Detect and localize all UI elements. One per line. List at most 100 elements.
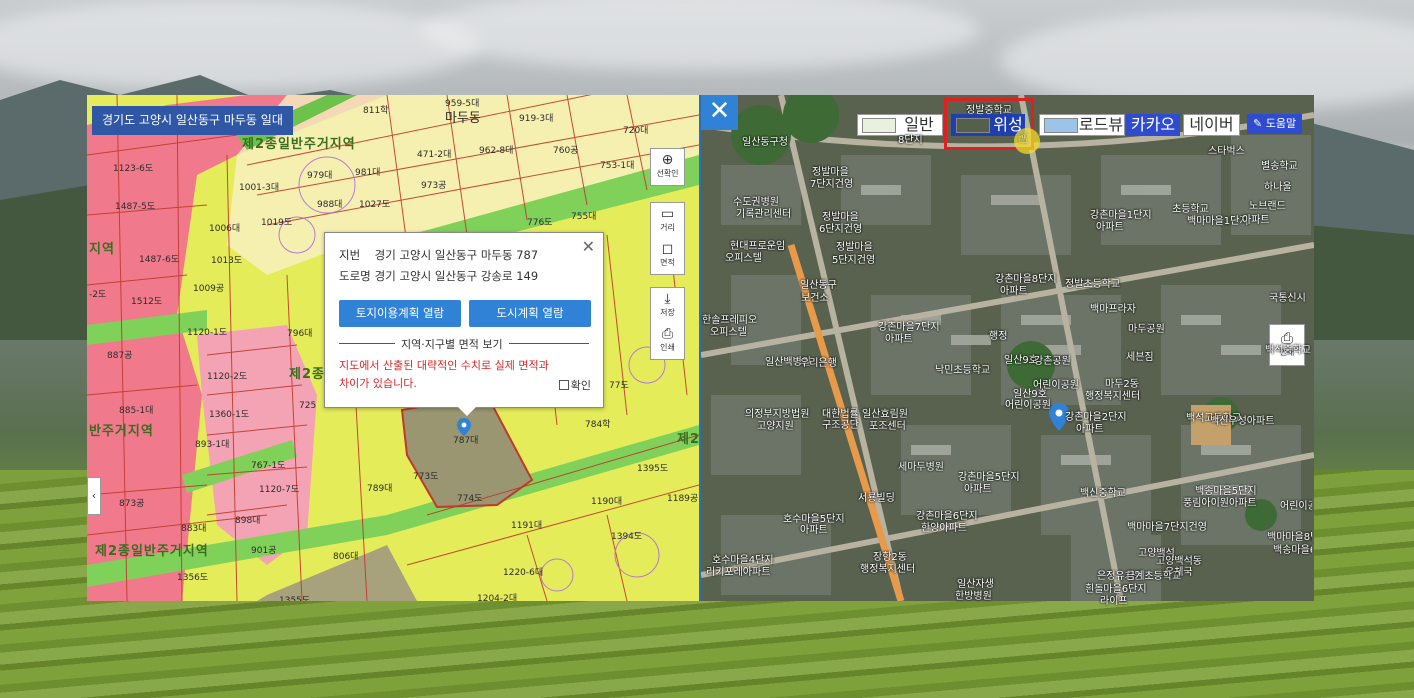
parcel-label: 753-1대 bbox=[600, 161, 635, 171]
distance-button[interactable]: ▭ 거리 bbox=[650, 202, 685, 240]
parcel-label: 773도 bbox=[413, 472, 439, 482]
parcel-label: 1512도 bbox=[131, 297, 163, 307]
confirm-checkbox[interactable]: 확인 bbox=[558, 377, 591, 393]
parcel-label: 725 bbox=[299, 401, 317, 411]
zone-label: 제2 bbox=[677, 432, 701, 447]
satellite-label: 6단지건영 bbox=[819, 224, 863, 235]
parcel-label: 1189공 bbox=[667, 494, 699, 504]
satellite-label: 스타벅스 bbox=[1208, 146, 1245, 157]
area-button[interactable]: ◻ 면적 bbox=[650, 238, 685, 275]
parcel-label: 77도 bbox=[609, 381, 629, 391]
tab-roadview[interactable]: 로드뷰 bbox=[1039, 114, 1125, 136]
satellite-label: 일산9호 bbox=[1004, 355, 1038, 366]
hand-cursor-icon: ☝ bbox=[1018, 128, 1028, 147]
parcel-label: 784학 bbox=[585, 420, 611, 430]
road-value: 경기 고양시 일산동구 강송로 149 bbox=[374, 269, 539, 283]
roadview-thumbnail-icon bbox=[1044, 118, 1078, 133]
parcel-label: 755대 bbox=[571, 212, 597, 222]
satellite-label: 아파트 bbox=[1000, 286, 1028, 297]
confirm-label: 확인 bbox=[570, 379, 591, 392]
parcel-label: 883대 bbox=[181, 524, 207, 534]
pencil-icon: ✎ bbox=[1253, 117, 1263, 130]
jibun-row: 지번 경기 고양시 일산동구 마두동 787 bbox=[339, 247, 538, 263]
parcel-label: 1356도 bbox=[177, 573, 209, 583]
parcel-label: 1191대 bbox=[511, 521, 543, 531]
tab-naver[interactable]: 네이버 bbox=[1183, 114, 1240, 136]
satellite-label: 국통신시 bbox=[1269, 293, 1306, 304]
satellite-label: 구조공단 bbox=[822, 420, 859, 431]
satellite-label: 세마두병원 bbox=[898, 462, 944, 473]
parcel-label: 1123-6도 bbox=[113, 164, 154, 174]
parcel-label: 720대 bbox=[623, 126, 649, 136]
parcel-label: -2도 bbox=[89, 290, 107, 300]
satellite-label: 아파트 bbox=[885, 334, 913, 345]
satellite-label: 리키포레아파트 bbox=[706, 567, 771, 578]
tab-kakao[interactable]: 카카오 bbox=[1126, 114, 1180, 136]
parcel-label: 767-1도 bbox=[251, 461, 286, 471]
jibun-value: 경기 고양시 일산동구 마두동 787 bbox=[374, 248, 539, 262]
satellite-label: 낙민초등학교 bbox=[935, 365, 991, 376]
satellite-label: 아파트 bbox=[964, 484, 992, 495]
checkbox-icon[interactable] bbox=[558, 380, 569, 390]
zoom-in-icon: ⊕ bbox=[661, 152, 674, 168]
parcel-label: 774도 bbox=[457, 494, 483, 504]
parcel-label: 979대 bbox=[307, 171, 333, 181]
parcel-label: 1120-7도 bbox=[259, 485, 300, 495]
satellite-label: 포조센터 bbox=[869, 421, 906, 432]
parcel-label: 873공 bbox=[119, 499, 145, 509]
zoom-in-button[interactable]: ⊕ 선확인 bbox=[650, 148, 685, 186]
satellite-label: 백마마을7단지건영 bbox=[1127, 522, 1207, 533]
satellite-label: 한양아파트 bbox=[921, 523, 967, 534]
satellite-label: 행정복지센터 bbox=[860, 564, 916, 575]
close-satellite-button[interactable]: ✕ bbox=[701, 95, 738, 130]
satellite-label: 백신우성아파트 bbox=[1210, 416, 1275, 427]
parcel-label: 1006대 bbox=[209, 224, 241, 234]
address-bar: 경기도 고양시 일산동구 마두동 일대 bbox=[92, 106, 293, 135]
satellite-label: 한방병원 bbox=[955, 591, 992, 602]
satellite-label: 행정복지센터 bbox=[1085, 391, 1141, 402]
satellite-label: 오피스텔 bbox=[725, 253, 762, 264]
road-row: 도로명 경기 고양시 일산동구 강송로 149 bbox=[339, 268, 538, 284]
parcel-label: 1120-2도 bbox=[207, 372, 248, 382]
parcel-info-popup: ✕ 지번 경기 고양시 일산동구 마두동 787 도로명 경기 고양시 일산동구… bbox=[324, 232, 604, 416]
satellite-label: 아파트 bbox=[800, 525, 828, 536]
satellite-label: 금계초등학교 bbox=[1126, 571, 1182, 582]
parcel-label: 981대 bbox=[355, 168, 381, 178]
area-view-link[interactable]: 지역·지구별 면적 보기 bbox=[395, 336, 509, 352]
print-button[interactable]: ⎙ 인쇄 bbox=[650, 323, 685, 360]
land-use-plan-button[interactable]: 토지이용계획 열람 bbox=[339, 300, 461, 327]
jibun-label: 지번 bbox=[339, 248, 361, 262]
satellite-label: 오피스텔 bbox=[710, 327, 747, 338]
satellite-label: 일산동구청 bbox=[742, 137, 788, 148]
satellite-label: 마두공원 bbox=[1128, 324, 1165, 335]
satellite-label: 백마마을1단지 bbox=[1187, 216, 1249, 227]
satellite-map[interactable] bbox=[701, 95, 1314, 601]
side-panel-toggle[interactable]: ‹ bbox=[87, 477, 101, 515]
parcel-label: 789대 bbox=[367, 484, 393, 494]
parcel-label: 1204-2대 bbox=[477, 594, 518, 601]
satellite-label: 아파트 bbox=[1096, 222, 1124, 233]
satellite-label: 아파트 bbox=[1076, 424, 1104, 435]
parcel-label: 885-1대 bbox=[119, 406, 154, 416]
satellite-canvas[interactable] bbox=[701, 95, 1314, 601]
save-button[interactable]: ⤓ 저장 bbox=[650, 287, 685, 325]
satellite-label: 하나울 bbox=[1264, 182, 1292, 193]
close-icon[interactable]: ✕ bbox=[582, 237, 595, 256]
parcel-label: 776도 bbox=[527, 218, 553, 228]
satellite-label: 기록관리센터 bbox=[736, 209, 792, 220]
cadastral-map[interactable]: 경기도 고양시 일산동구 마두동 일대 제2종일반주거지역 제2종일반주거지역 … bbox=[87, 95, 701, 601]
parcel-label: 796대 bbox=[287, 329, 313, 339]
parcel-label: 973공 bbox=[421, 181, 447, 191]
satellite-label: 강촌공원 bbox=[1034, 356, 1071, 367]
help-button[interactable]: ✎ 도움말 bbox=[1247, 114, 1303, 134]
satellite-label: 정발초등학교 bbox=[1065, 279, 1121, 290]
parcel-label: 1190대 bbox=[591, 497, 623, 507]
map-thumbnail-icon bbox=[862, 118, 896, 133]
zone-label: 제2종일반주거지역 bbox=[95, 544, 209, 559]
location-pin-icon bbox=[457, 418, 471, 436]
satellite-label: 어린이공원 bbox=[1005, 400, 1051, 411]
city-plan-button[interactable]: 도시계획 열람 bbox=[469, 300, 591, 327]
parcel-label: 988대 bbox=[317, 200, 343, 210]
parcel-label: 898대 bbox=[235, 516, 261, 526]
parcel-label: 1120-1도 bbox=[187, 328, 228, 338]
